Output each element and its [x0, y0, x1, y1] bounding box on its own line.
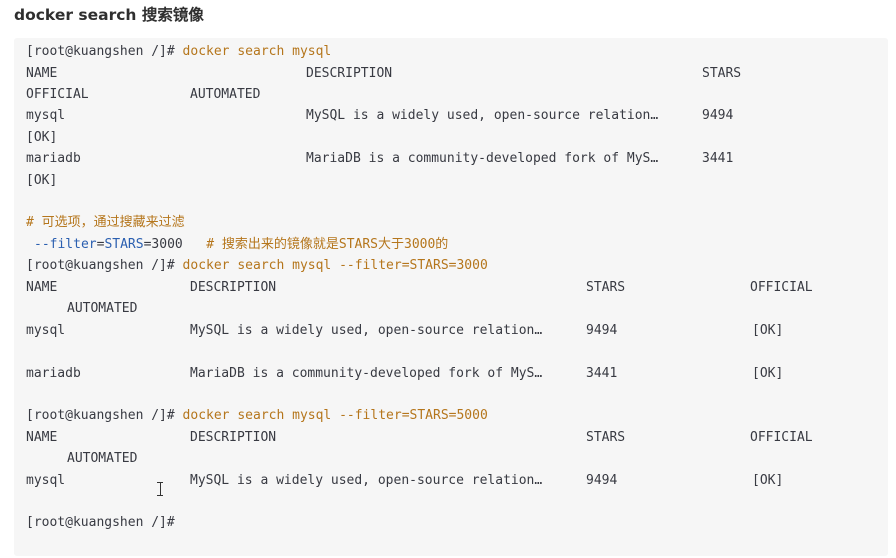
row-description: MySQL is a widely used, open-source rela…: [190, 473, 543, 488]
row-stars: 3441: [586, 366, 618, 381]
table-header-name: NAME: [26, 66, 58, 81]
row-name: mysql: [26, 323, 66, 338]
table-header-stars: STARS: [586, 430, 626, 445]
shell-prompt: [root@kuangshen /]#: [26, 408, 175, 423]
command-line: [root@kuangshen /]# docker search mysql …: [26, 405, 488, 426]
table-header-description: DESCRIPTION: [190, 280, 277, 295]
row-official: [OK]: [752, 473, 784, 488]
filter-value: 3000: [151, 237, 183, 252]
text-cursor-icon: [157, 482, 163, 496]
table-header-official: OFFICIAL: [26, 87, 89, 102]
filter-option-line: --filter=STARS=3000 # 搜索出来的镜像就是STARS大于30…: [34, 234, 448, 255]
row-description: MySQL is a widely used, open-source rela…: [190, 323, 543, 338]
shell-command: docker search mysql --filter=STARS=3000: [182, 258, 488, 273]
comment-line: # 可选项，通过搜藏来过滤: [26, 215, 185, 230]
row-official: [OK]: [752, 323, 784, 338]
table-header-name: NAME: [26, 280, 58, 295]
section-heading: docker search 搜索镜像: [14, 6, 204, 24]
code-block[interactable]: [root@kuangshen /]# docker search mysql …: [14, 38, 888, 556]
row-name: mysql: [26, 473, 66, 488]
row-name: mysql: [26, 108, 66, 123]
filter-key: STARS: [104, 237, 144, 252]
row-official: [OK]: [752, 366, 784, 381]
shell-prompt: [root@kuangshen /]#: [26, 258, 175, 273]
table-header-stars: STARS: [586, 280, 626, 295]
row-name: mariadb: [26, 151, 81, 166]
row-description: MariaDB is a community-developed fork of…: [190, 366, 543, 381]
command-line: [root@kuangshen /]# docker search mysql …: [26, 255, 488, 276]
row-description: MariaDB is a community-developed fork of…: [306, 151, 659, 166]
table-header-name: NAME: [26, 430, 58, 445]
row-stars: 9494: [586, 323, 618, 338]
filter-flag: --filter: [34, 237, 97, 252]
shell-prompt: [root@kuangshen /]#: [26, 44, 175, 59]
shell-command: docker search mysql --filter=STARS=5000: [182, 408, 488, 423]
table-header-description: DESCRIPTION: [190, 430, 277, 445]
row-stars: 9494: [586, 473, 618, 488]
row-name: mariadb: [26, 366, 81, 381]
table-header-automated: AUTOMATED: [67, 301, 138, 316]
table-header-description: DESCRIPTION: [306, 66, 393, 81]
table-header-stars: STARS: [702, 66, 742, 81]
shell-command: docker search mysql: [182, 44, 332, 59]
table-header-automated: AUTOMATED: [190, 87, 261, 102]
row-official: [OK]: [26, 173, 58, 188]
filter-comment: # 搜索出来的镜像就是STARS大于3000的: [206, 237, 449, 252]
row-description: MySQL is a widely used, open-source rela…: [306, 108, 659, 123]
table-header-automated: AUTOMATED: [67, 451, 138, 466]
row-stars: 3441: [702, 151, 734, 166]
table-header-official: OFFICIAL: [750, 280, 813, 295]
final-prompt: [root@kuangshen /]#: [26, 515, 175, 530]
command-line: [root@kuangshen /]# docker search mysql: [26, 41, 331, 62]
table-header-official: OFFICIAL: [750, 430, 813, 445]
row-stars: 9494: [702, 108, 734, 123]
row-official: [OK]: [26, 130, 58, 145]
